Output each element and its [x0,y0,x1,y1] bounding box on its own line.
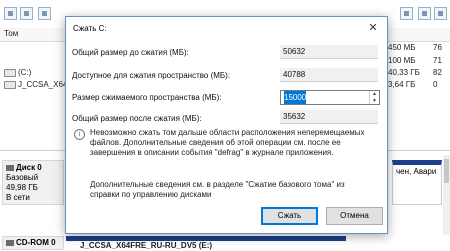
vertical-scrollbar[interactable] [443,155,450,235]
volume-icon [4,69,16,77]
total-before-label: Общий размер до сжатия (МБ): [72,48,189,57]
cdrom-volume-label: J_CCSA_X64FRE_RU-RU_DV5 (E:) [80,241,213,250]
volume-capacity: 450 МБ [388,43,416,52]
volume-name: J_CCSA_X64 [18,80,68,89]
volume-free: 71 [433,56,442,65]
disk-type: Базовый [6,173,39,182]
info-icon: i [74,129,85,140]
dialog-titlebar[interactable]: Сжать С: ✕ [66,17,387,39]
view-icon[interactable] [434,7,447,20]
disk-status: В сети [6,193,30,202]
volume-free: 0 [433,80,438,89]
total-after-value: 35632 [280,110,378,124]
volume-capacity: 40,33 ГБ [388,68,420,77]
volume-free: 76 [433,43,442,52]
volume-capacity: 3,64 ГБ [388,80,416,89]
disk-0-info[interactable]: Диск 0 Базовый 49,98 ГБ В сети [2,160,64,205]
cdrom-volume-block[interactable]: J_CCSA_X64FRE_RU-RU_DV5 (E:) [66,236,346,250]
volume-capacity: 100 МБ [388,56,416,65]
forward-icon[interactable] [20,7,33,20]
shrink-size-stepper[interactable]: 15000 ▲ ▼ [280,90,380,105]
disk-title: Диск 0 [16,163,42,172]
cancel-button[interactable]: Отмена [326,207,383,225]
properties-icon[interactable] [418,7,431,20]
available-value: 40788 [280,68,378,82]
column-header-volume[interactable]: Том [4,29,18,38]
spin-down-icon[interactable]: ▼ [370,98,379,104]
partition-block[interactable]: чен, Авари [392,160,442,205]
info-message: Невозможно сжать том дальше области расп… [90,128,365,157]
back-icon[interactable] [4,7,17,20]
shrink-size-input[interactable]: 15000 [284,91,307,104]
up-icon[interactable] [38,7,51,20]
cdrom-icon [6,239,14,246]
total-after-label: Общий размер после сжатия (МБ): [72,114,202,123]
total-before-value: 50632 [280,45,378,59]
cdrom-title: CD-ROM 0 [16,238,56,247]
spin-up-icon[interactable]: ▲ [370,91,379,97]
volume-name: (C:) [18,68,32,77]
cdrom-info[interactable]: CD-ROM 0 [2,236,64,250]
volume-free: 82 [433,68,442,77]
disk-size: 49,98 ГБ [6,183,38,192]
shrink-button[interactable]: Сжать [261,207,318,225]
partition-status: чен, Авари [396,167,437,176]
help-message: Дополнительные сведения см. в разделе "С… [90,180,345,199]
disk-icon [6,164,14,171]
available-label: Доступное для сжатия пространство (МБ): [72,71,231,80]
scrollbar-thumb[interactable] [444,159,449,183]
shrink-size-label: Размер сжимаемого пространства (МБ): [72,93,222,102]
cd-volume-icon [4,81,16,89]
dialog-title: Сжать С: [73,24,107,33]
help-icon[interactable] [400,7,413,20]
shrink-dialog: Сжать С: ✕ Общий размер до сжатия (МБ): … [65,16,388,234]
spin-buttons: ▲ ▼ [369,91,379,104]
close-icon[interactable]: ✕ [363,21,383,35]
